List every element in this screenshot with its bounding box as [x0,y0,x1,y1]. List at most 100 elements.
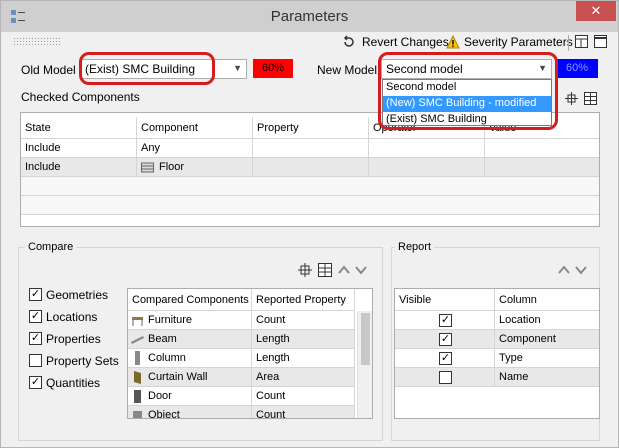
value-cell[interactable] [485,139,599,158]
grid-options-icon[interactable] [584,92,597,105]
operator-cell[interactable] [369,139,485,158]
component-cell[interactable]: Column [128,349,252,368]
value-cell[interactable] [485,158,599,177]
visible-checkbox[interactable]: ✓ [439,352,452,365]
property-cell[interactable] [253,139,369,158]
state-cell[interactable]: Include [21,158,137,177]
report-title: Report [395,241,435,253]
properties-label[interactable]: Properties [46,332,101,346]
component-label: Curtain Wall [148,371,208,383]
window-title: Parameters [270,8,349,25]
column-icon [135,351,140,365]
locations-label[interactable]: Locations [46,310,97,324]
component-cell[interactable]: Floor [137,158,253,177]
component-label: Beam [148,333,177,345]
visible-checkbox[interactable] [439,371,452,384]
grid-options-icon[interactable] [318,263,332,277]
locations-checkbox[interactable]: ✓ [29,310,42,323]
column-cell[interactable]: Location [495,311,599,330]
geometries-checkbox[interactable]: ✓ [29,288,42,301]
property-cell[interactable]: Length [252,330,355,349]
scrollbar-thumb[interactable] [361,313,370,365]
component-cell[interactable]: Any [137,139,253,158]
visible-cell[interactable]: ✓ [395,311,495,330]
empty-row [21,196,599,215]
dialog-body: Revert Changes Severity Parameters Old M… [9,32,610,441]
annotation-ring-new [378,52,558,130]
column-header-reported-property[interactable]: Reported Property [252,289,355,311]
parameters-window: Parameters ✕ Revert Changes Severity Par… [0,0,619,448]
property-cell[interactable]: Count [252,406,355,418]
component-label: Furniture [148,314,193,326]
component-label: Floor [159,161,185,173]
component-cell[interactable]: Door [128,387,252,406]
column-cell[interactable]: Type [495,349,599,368]
move-down-icon[interactable] [574,263,588,277]
geometries-label[interactable]: Geometries [46,288,108,302]
properties-checkbox[interactable]: ✓ [29,332,42,345]
old-model-percent: 60% [253,59,293,78]
new-model-label: New Model [317,63,378,77]
move-down-icon[interactable] [354,263,368,277]
property-cell[interactable]: Count [252,387,355,406]
floor-icon [141,162,154,173]
component-label: Door [148,390,172,402]
visible-cell[interactable]: ✓ [395,349,495,368]
furniture-icon [132,317,143,326]
move-up-icon[interactable] [557,263,571,277]
empty-row [21,177,599,196]
component-cell[interactable]: Beam [128,330,252,349]
property-sets-label[interactable]: Property Sets [46,354,119,368]
property-cell[interactable]: Length [252,349,355,368]
quantities-checkbox[interactable]: ✓ [29,376,42,389]
property-cell[interactable]: Count [252,311,355,330]
toolbar-divider [568,35,569,51]
add-row-icon[interactable] [565,92,578,105]
layout-icon[interactable] [575,35,588,48]
new-model-percent: 60% [556,59,598,78]
column-header-visible[interactable]: Visible [395,289,495,311]
operator-cell[interactable] [369,158,485,177]
component-cell[interactable]: Furniture [128,311,252,330]
column-cell[interactable]: Component [495,330,599,349]
close-button[interactable]: ✕ [576,1,616,21]
column-header-state[interactable]: State [21,117,137,139]
chevron-down-icon: ▼ [233,63,242,73]
report-columns-grid[interactable]: Visible Column ✓ Location ✓ Component ✓ … [394,288,600,419]
visible-cell[interactable] [395,368,495,387]
column-cell[interactable]: Name [495,368,599,387]
curtain-wall-icon [134,371,141,384]
component-cell[interactable]: Object [128,406,252,419]
quantities-label[interactable]: Quantities [46,376,100,390]
column-header-property[interactable]: Property [253,117,369,139]
compare-title: Compare [25,241,77,253]
add-row-icon[interactable] [298,263,312,277]
checked-components-title: Checked Components [21,90,140,104]
annotation-ring-old [79,52,215,85]
visible-checkbox[interactable]: ✓ [439,314,452,327]
property-cell[interactable]: Area [252,368,355,387]
visible-checkbox[interactable]: ✓ [439,333,452,346]
move-up-icon[interactable] [337,263,351,277]
grip-handle[interactable] [13,37,61,45]
title-bar: Parameters ✕ [1,1,618,32]
warning-icon [446,35,460,49]
compared-components-grid[interactable]: Compared Components Reported Property Fu… [127,288,373,419]
vertical-scrollbar[interactable] [357,311,372,418]
column-header-component[interactable]: Component [137,117,253,139]
visible-cell[interactable]: ✓ [395,330,495,349]
severity-parameters-button[interactable]: Severity Parameters [464,35,573,49]
state-cell[interactable]: Include [21,139,137,158]
door-icon [134,390,141,403]
component-cell[interactable]: Curtain Wall [128,368,252,387]
object-icon [133,411,142,418]
revert-changes-button[interactable]: Revert Changes [362,35,449,49]
property-cell[interactable] [253,158,369,177]
old-model-label: Old Model [21,63,76,77]
property-sets-checkbox[interactable] [29,354,42,367]
column-header-column[interactable]: Column [495,289,599,311]
component-label: Object [148,409,180,419]
revert-icon [343,35,354,47]
column-header-compared-components[interactable]: Compared Components [128,289,252,311]
maximize-icon[interactable] [594,35,607,48]
